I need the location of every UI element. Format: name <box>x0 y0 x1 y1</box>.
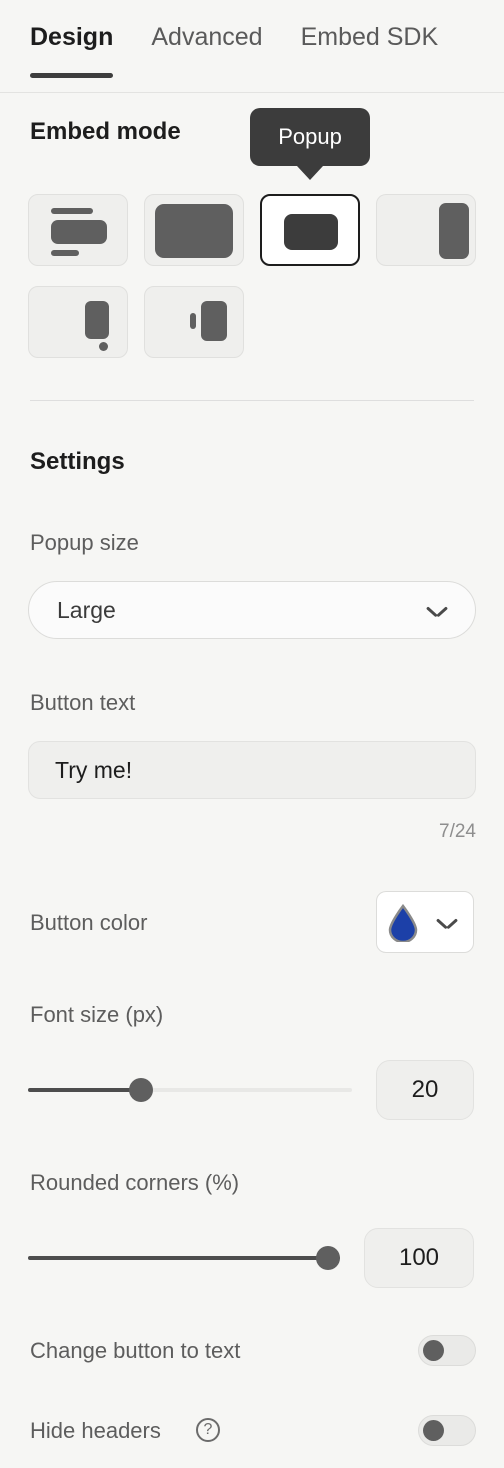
button-text-value: Try me! <box>55 757 133 783</box>
font-size-value-box[interactable]: 20 <box>376 1060 474 1120</box>
embed-mode-tooltip: Popup <box>250 108 370 166</box>
hide-headers-label: Hide headers <box>30 1418 161 1443</box>
tab-advanced-label: Advanced <box>151 23 263 51</box>
toggle-knob <box>423 1420 444 1441</box>
rounded-corners-slider-fill <box>28 1256 340 1260</box>
button-color-label: Button color <box>30 910 148 935</box>
full-page-icon-block <box>155 204 233 258</box>
rounded-corners-label: Rounded corners (%) <box>30 1170 240 1195</box>
popup-size-select[interactable]: Large <box>28 581 476 639</box>
inline-icon-top-line <box>51 208 93 214</box>
rounded-corners-slider[interactable] <box>28 1246 340 1270</box>
inline-icon-bottom-line <box>51 250 79 256</box>
side-tab-icon-handle <box>190 313 196 329</box>
button-text-counter: 7/24 <box>439 821 476 842</box>
toggle-knob <box>423 1340 444 1361</box>
tab-design-label: Design <box>30 23 114 51</box>
change-button-to-text-toggle[interactable] <box>418 1335 476 1366</box>
font-size-value: 20 <box>411 1076 439 1103</box>
embed-mode-option-popover[interactable] <box>28 286 128 358</box>
embed-mode-option-popup[interactable] <box>260 194 360 266</box>
font-size-label: Font size (px) <box>30 1002 164 1027</box>
tab-embed-sdk[interactable]: Embed SDK <box>301 18 439 56</box>
settings-title: Settings <box>30 448 125 475</box>
chevron-down-icon <box>437 917 457 929</box>
popup-size-label: Popup size <box>30 530 139 555</box>
side-tab-icon-block <box>201 301 227 341</box>
tab-design[interactable]: Design <box>30 18 114 78</box>
change-button-to-text-label: Change button to text <box>30 1338 241 1363</box>
embed-mode-option-side-panel[interactable] <box>376 194 476 266</box>
hide-headers-toggle[interactable] <box>418 1415 476 1446</box>
button-text-label: Button text <box>30 690 136 715</box>
tab-advanced[interactable]: Advanced <box>151 18 262 56</box>
embed-mode-option-side-tab[interactable] <box>144 286 244 358</box>
popover-icon-dot <box>99 342 108 351</box>
side-panel-icon-block <box>439 203 469 259</box>
droplet-icon <box>388 904 418 942</box>
embed-mode-title: Embed mode <box>30 118 181 145</box>
embed-design-panel: Design Advanced Embed SDK Embed mode Pop… <box>0 0 504 1468</box>
tab-list: Design Advanced Embed SDK <box>30 18 476 78</box>
rounded-corners-slider-thumb[interactable] <box>316 1246 340 1270</box>
rounded-corners-value: 100 <box>398 1244 440 1271</box>
inline-icon-block <box>51 220 107 244</box>
embed-mode-tooltip-arrow <box>297 166 323 180</box>
tab-embed-sdk-label: Embed SDK <box>300 23 439 51</box>
embed-mode-option-inline[interactable] <box>28 194 128 266</box>
popup-size-value: Large <box>57 597 116 623</box>
popup-icon-block <box>284 214 338 250</box>
font-size-slider-thumb[interactable] <box>129 1078 154 1102</box>
help-circle-icon[interactable]: ? <box>196 1418 220 1442</box>
popover-icon-block <box>85 301 109 339</box>
tab-bar: Design Advanced Embed SDK <box>0 0 504 93</box>
font-size-slider-fill <box>28 1088 142 1092</box>
font-size-slider[interactable] <box>28 1078 352 1102</box>
button-color-picker[interactable] <box>376 891 474 953</box>
tab-active-underline <box>30 73 114 78</box>
section-divider <box>30 400 474 401</box>
button-text-input[interactable]: Try me! <box>28 741 476 799</box>
embed-mode-option-full-page[interactable] <box>144 194 244 266</box>
embed-mode-tooltip-label: Popup <box>278 124 342 149</box>
help-circle-glyph: ? <box>203 1421 213 1438</box>
rounded-corners-value-box[interactable]: 100 <box>364 1228 474 1288</box>
chevron-down-icon <box>427 605 447 617</box>
